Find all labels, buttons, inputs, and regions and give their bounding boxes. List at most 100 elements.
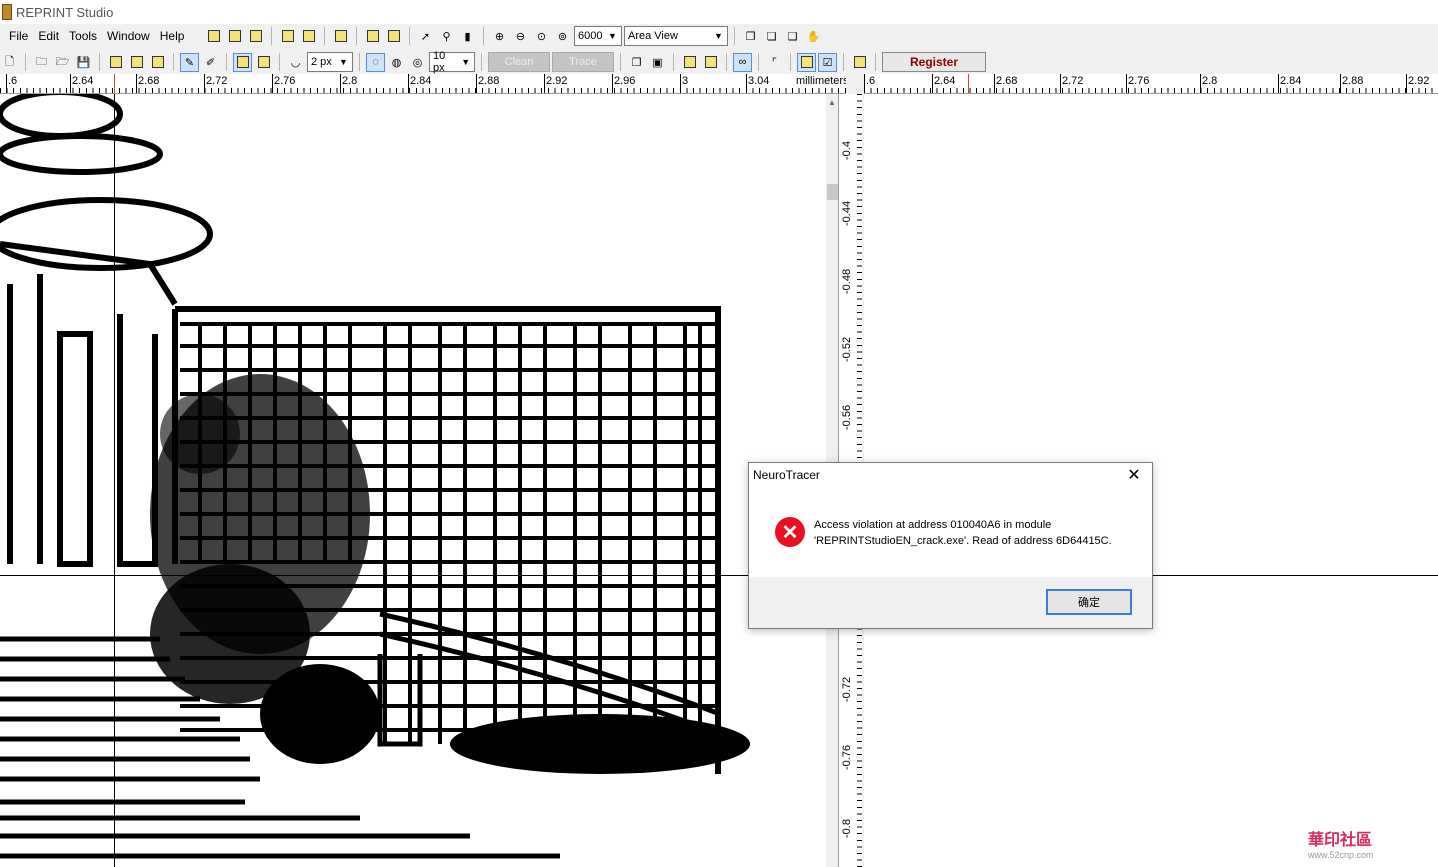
- print-icon[interactable]: [127, 53, 146, 72]
- ruler-label: 2.92: [546, 75, 568, 87]
- vruler-label: -0.4: [841, 141, 853, 160]
- top-toolbar: ➚ ⚲ ▮ ⊕ ⊖ ⊙ ⊚ 6000 ▼ Area View ▼ ❐ ❏ ❑ ✋: [204, 24, 823, 48]
- vruler-label: -0.44: [841, 200, 853, 226]
- separator: [726, 53, 727, 71]
- edit-icon[interactable]: [299, 27, 318, 46]
- error-dialog: NeuroTracer ✕ ✕ Access violation at addr…: [748, 462, 1153, 629]
- watermark-text: 華印社區: [1308, 832, 1373, 849]
- separator: [324, 27, 325, 45]
- menu-window[interactable]: Window: [102, 29, 155, 43]
- fill-icon[interactable]: [233, 52, 252, 72]
- image-canvas[interactable]: [0, 94, 826, 867]
- separator: [481, 53, 482, 71]
- vruler-label: -0.72: [841, 676, 853, 702]
- ruler-label: 2.76: [274, 75, 296, 87]
- ruler-label: 2.84: [1280, 75, 1302, 87]
- lasso-icon[interactable]: ◌: [366, 52, 385, 72]
- node-select-icon[interactable]: ⚲: [437, 27, 456, 46]
- separator: [758, 53, 759, 71]
- pointer-icon[interactable]: ➚: [416, 27, 435, 46]
- stamp-icon[interactable]: [680, 53, 699, 72]
- close-icon[interactable]: ✕: [1124, 465, 1144, 485]
- layers-icon[interactable]: [246, 27, 265, 46]
- ruler-label: .6: [8, 75, 18, 87]
- zoom-actual-icon[interactable]: ⊚: [553, 27, 572, 46]
- zoom-out-icon[interactable]: ⊖: [511, 27, 530, 46]
- save-icon[interactable]: 💾: [74, 53, 93, 72]
- eraser-icon[interactable]: [363, 27, 382, 46]
- menu-help[interactable]: Help: [155, 29, 190, 43]
- ruler-label: 2.64: [934, 75, 956, 87]
- chevron-down-icon: ▼: [608, 31, 617, 41]
- duplicate-icon[interactable]: ❑: [783, 27, 802, 46]
- ruler-cursor-marker: [968, 74, 969, 93]
- dialog-body: ✕ Access violation at address 010040A6 i…: [749, 493, 1152, 577]
- menu-tools[interactable]: Tools: [64, 29, 102, 43]
- ruler-label: 2.96: [614, 75, 636, 87]
- chevron-down-icon: ▼: [461, 57, 471, 67]
- lasso-remove-icon[interactable]: ◎: [408, 53, 427, 72]
- new-file-icon[interactable]: 🗋: [0, 53, 19, 72]
- frame-select-icon[interactable]: [797, 52, 816, 72]
- app-icon: [2, 4, 12, 20]
- ruler-label: 2.88: [1342, 75, 1364, 87]
- export-icon[interactable]: [148, 53, 167, 72]
- import-icon[interactable]: [204, 27, 223, 46]
- separator: [99, 53, 100, 71]
- zoom-combo[interactable]: 6000 ▼: [574, 26, 622, 46]
- ruler-unit: millimeters: [796, 75, 846, 87]
- ruler-label: 2.72: [1062, 75, 1084, 87]
- smooth-icon[interactable]: ◡: [286, 53, 305, 72]
- scroll-thumb[interactable]: [827, 184, 838, 200]
- separator: [279, 53, 280, 71]
- separator: [734, 27, 735, 45]
- ruler-label: 2.88: [478, 75, 500, 87]
- save-output-icon[interactable]: [850, 53, 869, 72]
- error-icon: ✕: [775, 517, 805, 547]
- menu-edit[interactable]: Edit: [33, 29, 64, 43]
- properties-icon[interactable]: [331, 27, 350, 46]
- measure-icon[interactable]: ▮: [458, 27, 477, 46]
- separator: [843, 53, 844, 71]
- line-width-value: 2 px: [311, 56, 332, 68]
- magic-eraser-icon[interactable]: [701, 53, 720, 72]
- ruler-ticks: [864, 88, 1438, 93]
- lasso-add-icon[interactable]: ◍: [387, 53, 406, 72]
- copy-layer-icon[interactable]: ❐: [627, 53, 646, 72]
- clean-button[interactable]: Clean: [488, 52, 550, 72]
- cut-icon[interactable]: [278, 27, 297, 46]
- scroll-up-icon[interactable]: ▲: [828, 98, 836, 107]
- diamond-icon[interactable]: [384, 27, 403, 46]
- paste-icon[interactable]: ❏: [762, 27, 781, 46]
- frame-icon[interactable]: [225, 27, 244, 46]
- scan-icon[interactable]: [106, 53, 125, 72]
- corner-icon[interactable]: ⌜: [765, 53, 784, 72]
- trace-button[interactable]: Trace: [552, 52, 614, 72]
- brush-icon[interactable]: ✐: [201, 53, 220, 72]
- zoom-fit-icon[interactable]: ⊙: [532, 27, 551, 46]
- image-icon[interactable]: ▣: [648, 53, 667, 72]
- pencil-icon[interactable]: ✎: [180, 52, 199, 72]
- ok-button[interactable]: 确定: [1046, 589, 1132, 615]
- view-mode-combo[interactable]: Area View ▼: [624, 26, 728, 46]
- separator: [409, 27, 410, 45]
- link-icon[interactable]: ∞: [733, 52, 752, 72]
- menu-file[interactable]: File: [4, 29, 33, 43]
- view-mode-value: Area View: [628, 30, 678, 42]
- open-file-icon[interactable]: 🗀: [32, 53, 51, 72]
- folder-icon[interactable]: 🗁: [53, 53, 72, 72]
- separator: [673, 53, 674, 71]
- tolerance-combo[interactable]: 10 px ▼: [429, 50, 475, 74]
- copy-icon[interactable]: ❐: [741, 27, 760, 46]
- hand-icon[interactable]: ✋: [804, 27, 823, 46]
- vruler-label: -0.48: [841, 268, 853, 294]
- separator: [875, 53, 876, 71]
- checkbox-icon[interactable]: ☑: [818, 52, 837, 72]
- bucket-icon[interactable]: [254, 53, 273, 72]
- ruler-label: 2.72: [206, 75, 228, 87]
- zoom-in-icon[interactable]: ⊕: [490, 27, 509, 46]
- ruler-ticks: [0, 88, 846, 93]
- line-width-combo[interactable]: 2 px ▼: [307, 52, 353, 72]
- register-button[interactable]: Register: [882, 52, 986, 72]
- vruler-label: -0.56: [841, 404, 853, 430]
